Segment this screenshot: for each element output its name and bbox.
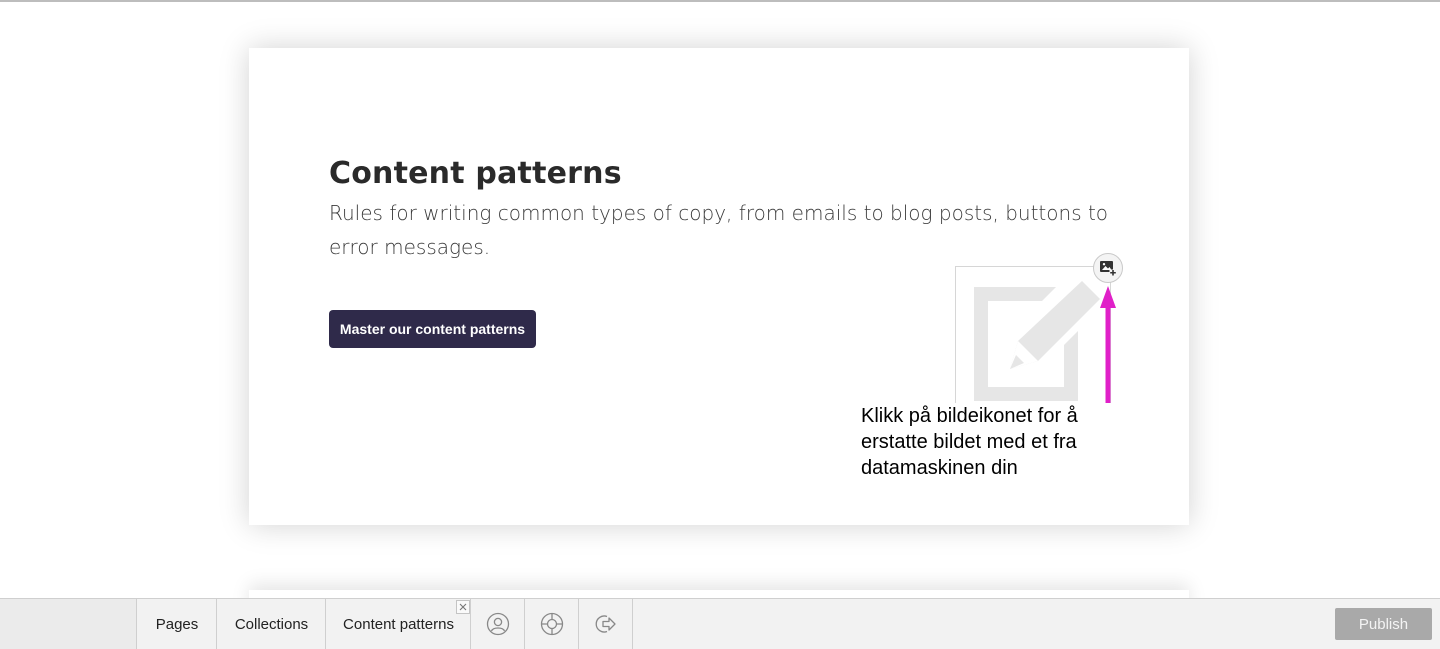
replace-image-button[interactable] — [1093, 253, 1123, 283]
toolbar-divider — [632, 599, 633, 649]
toolbar-spacer — [0, 599, 136, 649]
master-content-patterns-button[interactable]: Master our content patterns — [329, 310, 536, 348]
content-card: Content patterns Rules for writing commo… — [249, 48, 1189, 525]
page-subtitle: Rules for writing common types of copy, … — [329, 201, 1109, 259]
help-lifebuoy-icon — [540, 612, 563, 636]
tab-pages[interactable]: Pages — [136, 599, 217, 649]
image-add-icon — [1100, 261, 1117, 276]
tab-collections[interactable]: Collections — [216, 599, 326, 649]
tab-label: Pages — [155, 615, 199, 633]
close-tab-button[interactable] — [456, 600, 470, 614]
top-border — [0, 0, 1440, 2]
help-button[interactable] — [524, 599, 578, 649]
tab-label: Collections — [234, 615, 309, 633]
tab-content-patterns[interactable]: Content patterns — [325, 599, 471, 649]
annotation-text: Klikk på bildeikonet for å erstatte bild… — [861, 403, 1111, 481]
user-circle-icon — [486, 612, 509, 636]
account-button[interactable] — [470, 599, 524, 649]
edit-pencil-icon — [974, 281, 1100, 401]
close-icon — [459, 603, 467, 611]
publish-button[interactable]: Publish — [1335, 608, 1432, 640]
logout-icon — [595, 615, 616, 633]
bottom-toolbar: Pages Collections Content patterns Publi… — [0, 598, 1440, 649]
logout-button[interactable] — [578, 599, 632, 649]
page-title: Content patterns — [329, 156, 622, 191]
tab-label: Content patterns — [343, 615, 454, 633]
